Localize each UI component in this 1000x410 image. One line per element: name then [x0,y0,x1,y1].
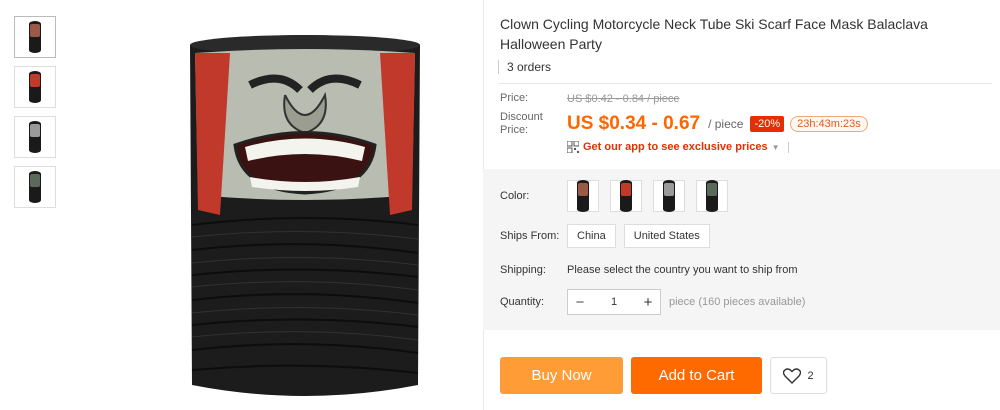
action-bar: Buy Now Add to Cart 2 [500,357,827,394]
ships-from-united-states[interactable]: United States [623,224,710,248]
price-block: Price: US $0.42 - 0.84 / piece Discount … [500,92,992,153]
availability-text: piece (160 pieces available) [669,296,806,308]
price-label: Price: [500,92,529,104]
divider [498,59,499,74]
chevron-down-icon: ▼ [771,142,780,152]
orders-row: 3 orders [498,58,992,84]
color-swatch-1[interactable] [567,180,599,212]
thumbnail-list [14,16,56,216]
app-promo-text: Get our app to see exclusive prices [583,141,768,153]
swatch-image [663,180,675,212]
color-swatch-3[interactable] [653,180,685,212]
discount-price-label: Discount Price: [500,111,543,136]
swatch-image [620,180,632,212]
thumbnail-variant-3[interactable] [14,116,56,158]
color-swatch-2[interactable] [610,180,642,212]
add-to-cart-button[interactable]: Add to Cart [631,357,762,394]
wishlist-count: 2 [807,369,814,382]
thumbnail-variant-2[interactable] [14,66,56,108]
divider [787,141,789,153]
quantity-stepper: − 1 + [567,289,661,315]
shipping-label: Shipping: [500,264,546,276]
heart-icon [783,367,802,384]
order-count: 3 orders [507,59,552,74]
color-swatch-4[interactable] [696,180,728,212]
quantity-input[interactable]: 1 [592,296,636,308]
swatch-image [577,180,589,212]
quantity-label: Quantity: [500,296,545,308]
quantity-decrease-button[interactable]: − [568,290,592,314]
discount-price-row: Discount Price: US $0.34 - 0.67 / piece … [500,111,992,137]
app-promo[interactable]: Get our app to see exclusive prices ▼ [567,141,992,153]
ships-from-label: Ships From: [500,230,560,242]
swatch-image [706,180,718,212]
shipping-row: Shipping: Please select the country you … [500,264,990,276]
thumbnail-image [29,121,41,153]
color-label: Color: [500,190,530,202]
color-row: Color: [500,180,990,212]
thumbnail-image [29,71,41,103]
discount-price: US $0.34 - 0.67 [567,113,701,134]
thumbnail-variant-4[interactable] [14,166,56,208]
original-price-row: Price: US $0.42 - 0.84 / piece [500,92,992,105]
thumbnail-variant-1[interactable] [14,16,56,58]
countdown-timer: 23h:43m:23s [790,116,868,132]
qr-code-icon [567,141,579,153]
product-properties: Color: Ships From: China United States S… [500,180,990,315]
wishlist-button[interactable]: 2 [770,357,827,394]
thumbnail-image [29,171,41,203]
discount-badge: -20% [750,116,785,132]
thumbnail-image [29,21,41,53]
shipping-message: Please select the country you want to sh… [567,264,798,276]
original-price: US $0.42 - 0.84 / piece [567,92,680,105]
ships-from-row: Ships From: China United States [500,224,990,248]
product-details: Clown Cycling Motorcycle Neck Tube Ski S… [498,14,992,153]
main-product-image [190,35,420,396]
ships-from-china[interactable]: China [567,224,616,248]
quantity-increase-button[interactable]: + [636,290,660,314]
quantity-row: Quantity: − 1 + piece (160 pieces availa… [500,289,990,315]
product-title: Clown Cycling Motorcycle Neck Tube Ski S… [500,16,928,52]
price-unit: / piece [708,117,744,131]
buy-now-button[interactable]: Buy Now [500,357,623,394]
